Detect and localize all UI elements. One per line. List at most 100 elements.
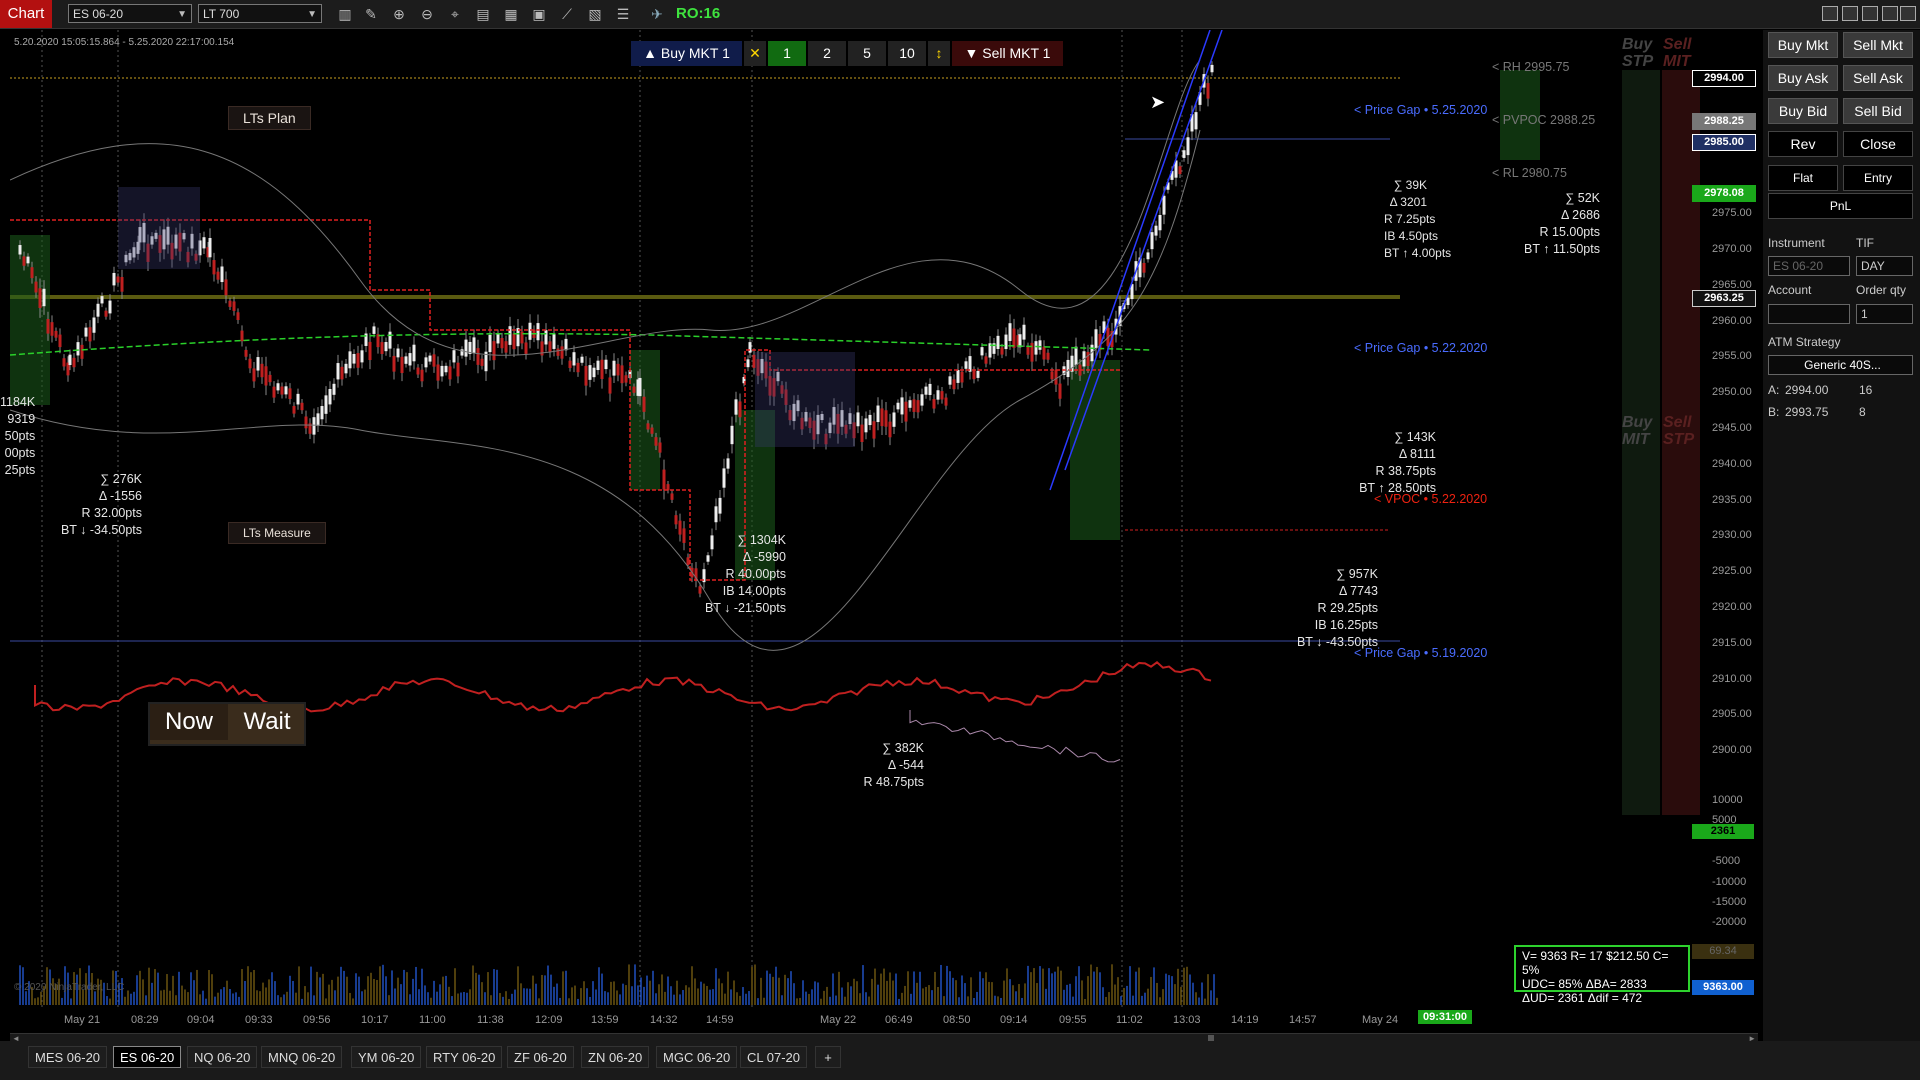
now-wait-panel[interactable]: Now Wait	[148, 702, 306, 746]
tab-mes[interactable]: MES 06-20	[28, 1046, 108, 1068]
moving-average-line	[10, 332, 1151, 356]
now-button[interactable]: Now	[150, 704, 228, 740]
tile-icon[interactable]	[1882, 6, 1898, 21]
tab-mgc[interactable]: MGC 06-20	[656, 1046, 738, 1068]
qty-10-button[interactable]: 10	[888, 41, 926, 66]
atm-strategy-select[interactable]: Generic 40S...	[1768, 355, 1913, 375]
price-gap-label: < Price Gap • 5.25.2020	[1354, 103, 1488, 117]
data-box-icon[interactable]: ▦	[502, 5, 520, 23]
candle-body	[38, 288, 42, 308]
tab-mnq[interactable]: MNQ 06-20	[261, 1046, 343, 1068]
wait-button[interactable]: Wait	[232, 704, 302, 740]
buy-bid-button[interactable]: Buy Bid	[1768, 98, 1838, 124]
chart-window-tab[interactable]: Chart	[0, 0, 52, 28]
instrument-selector[interactable]: ES 06-20 ▼	[68, 4, 192, 23]
tif-select[interactable]: DAY	[1856, 256, 1913, 276]
candle-body	[80, 344, 84, 359]
buy-mit-zone[interactable]: Buy MIT	[1622, 414, 1656, 448]
candle-body	[940, 391, 944, 400]
bid-label: B:	[1768, 405, 1780, 419]
tab-zf[interactable]: ZF 06-20	[507, 1046, 574, 1068]
candle-body	[616, 363, 620, 376]
time-tick: 11:00	[419, 1014, 446, 1026]
indicators-icon[interactable]: ▣	[530, 5, 548, 23]
bars-icon[interactable]: ▥	[336, 5, 354, 23]
candle-body	[488, 334, 492, 353]
sell-market-button[interactable]: ▼ Sell MKT 1	[952, 41, 1063, 66]
buy-ask-button[interactable]: Buy Ask	[1768, 65, 1838, 91]
price-tick: 2920.00	[1712, 601, 1752, 613]
flat-button[interactable]: Flat	[1768, 165, 1838, 191]
templates-icon[interactable]: ▧	[586, 5, 604, 23]
tab-ym[interactable]: YM 06-20	[351, 1046, 422, 1068]
sell-mkt-button[interactable]: Sell Mkt	[1843, 32, 1913, 58]
tab-rty[interactable]: RTY 06-20	[426, 1046, 503, 1068]
candle-body	[1012, 328, 1016, 348]
candle-body	[1194, 112, 1198, 130]
candle-body	[316, 413, 320, 426]
buy-mkt-button[interactable]: Buy Mkt	[1768, 32, 1838, 58]
candle-body	[504, 341, 508, 353]
candle-body	[300, 402, 304, 411]
tab-cl[interactable]: CL 07-20	[740, 1046, 807, 1068]
close-x-icon[interactable]: ✕	[744, 41, 766, 66]
volume-value-tag: 9363.00	[1692, 980, 1754, 995]
buy-stp-zone[interactable]: Buy STP	[1622, 36, 1656, 70]
zoom-out-icon[interactable]: ⊖	[418, 5, 436, 23]
lts-measure-label[interactable]: LTs Measure	[228, 522, 326, 544]
close-window-icon[interactable]	[1900, 6, 1916, 21]
candle-body	[682, 528, 686, 543]
zoom-in-icon[interactable]: ⊕	[390, 5, 408, 23]
time-tick: 09:33	[245, 1014, 273, 1026]
candle-body	[892, 412, 896, 427]
candle-body	[908, 400, 912, 408]
close-position-button[interactable]: Close	[1843, 131, 1913, 157]
buy-market-button[interactable]: ▲ Buy MKT 1	[631, 41, 742, 66]
sell-stp-zone[interactable]: Sell STP	[1663, 414, 1697, 448]
price-tick: 2930.00	[1712, 529, 1752, 541]
candle-body	[480, 358, 484, 366]
reverse-button[interactable]: Rev	[1768, 131, 1838, 157]
add-tab-button[interactable]: +	[815, 1046, 841, 1068]
entry-button[interactable]: Entry	[1843, 165, 1913, 191]
minimize-icon[interactable]	[1822, 6, 1838, 21]
candle-body	[492, 341, 496, 361]
sell-ask-button[interactable]: Sell Ask	[1843, 65, 1913, 91]
restore-icon[interactable]	[1862, 6, 1878, 21]
candle-body	[1162, 195, 1166, 215]
properties-icon[interactable]: ▤	[474, 5, 492, 23]
pnl-display[interactable]: PnL	[1768, 193, 1913, 219]
candle-body	[1142, 262, 1146, 273]
candle-body	[1018, 334, 1022, 348]
candle-body	[272, 386, 276, 398]
pencil-icon[interactable]: ✎	[362, 5, 380, 23]
candle-body	[62, 358, 66, 367]
account-select[interactable]	[1768, 304, 1850, 324]
lts-plan-label[interactable]: LTs Plan	[228, 106, 311, 130]
order-qty-stepper[interactable]: 1	[1856, 304, 1913, 324]
tab-es[interactable]: ES 06-20	[113, 1046, 182, 1068]
candle-body	[560, 346, 564, 359]
sell-mit-zone[interactable]: Sell MIT	[1663, 36, 1697, 70]
osc-value-tag: 2361	[1692, 824, 1754, 839]
time-tick: 11:02	[1116, 1014, 1143, 1026]
qty-1-button[interactable]: 1	[768, 41, 806, 66]
candle-body	[552, 334, 556, 349]
instrument-select[interactable]: ES 06-20	[1768, 256, 1850, 276]
list-icon[interactable]: ☰	[614, 5, 632, 23]
qty-2-button[interactable]: 2	[808, 41, 846, 66]
candle-body	[400, 356, 404, 374]
bird-icon[interactable]: ✈	[648, 5, 666, 23]
stat-block-4: ∑ 957K Δ 7743 R 29.25pts IB 16.25pts BT …	[1296, 567, 1378, 649]
tab-nq[interactable]: NQ 06-20	[187, 1046, 258, 1068]
sell-bid-button[interactable]: Sell Bid	[1843, 98, 1913, 124]
qty-5-button[interactable]: 5	[848, 41, 886, 66]
trend-line	[1049, 30, 1211, 491]
strategies-icon[interactable]: ⟋	[558, 5, 576, 23]
candle-body	[360, 350, 364, 363]
tab-zn[interactable]: ZN 06-20	[581, 1046, 650, 1068]
crosshair-icon[interactable]: ⌖	[446, 5, 464, 23]
maximize-icon[interactable]	[1842, 6, 1858, 21]
reverse-icon[interactable]: ↕	[928, 41, 950, 66]
bar-type-selector[interactable]: LT 700 ▼	[198, 4, 322, 23]
